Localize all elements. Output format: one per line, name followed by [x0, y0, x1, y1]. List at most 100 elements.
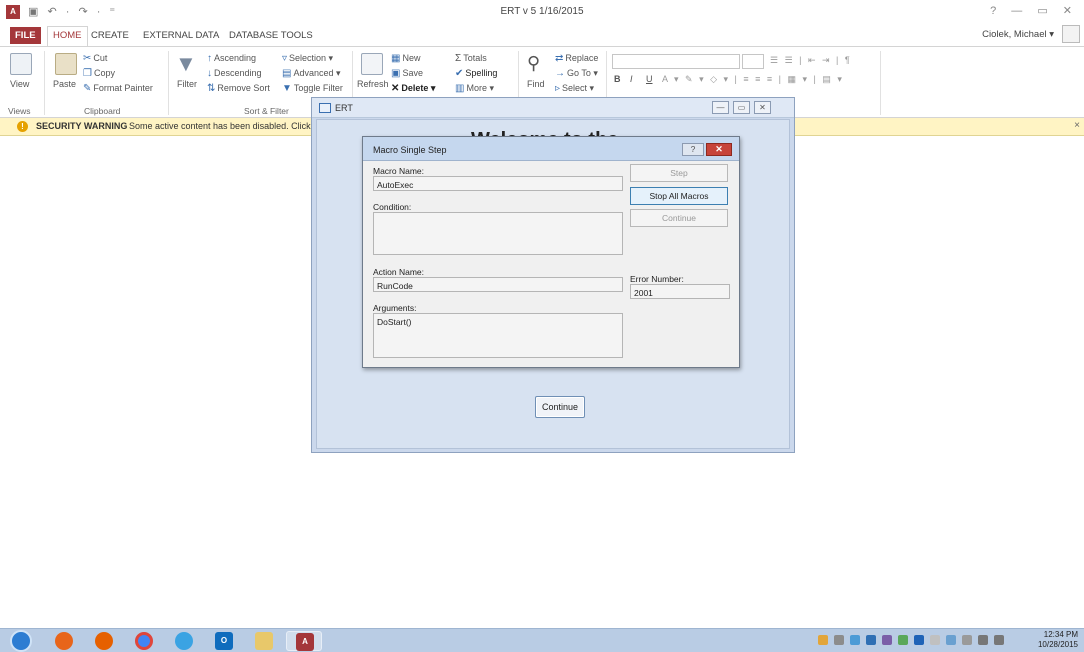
tray-icon[interactable] [834, 635, 844, 645]
paste-button[interactable]: Paste [53, 79, 76, 89]
window-controls[interactable]: ? — ▭ ✕ [990, 4, 1078, 17]
more-button[interactable]: ▥ More ▾ [455, 83, 494, 94]
tab-home[interactable]: HOME [47, 26, 88, 46]
font-color-controls[interactable]: A ▾ ✎ ▾ ◇ ▾ | ≡ ≡ ≡ | ▦ ▾ | ▤ ▾ [662, 74, 844, 85]
continue-button[interactable]: Continue [535, 396, 585, 418]
help-button[interactable]: ? [682, 143, 704, 156]
arguments-field[interactable]: DoStart() [373, 313, 623, 358]
folder-icon [255, 632, 273, 650]
ascending-button[interactable]: ↑ Ascending [207, 53, 256, 64]
macro-name-field[interactable]: AutoExec [373, 176, 623, 191]
taskbar-chrome[interactable] [126, 631, 162, 651]
close-icon[interactable]: × [1074, 120, 1080, 131]
maximize-button[interactable]: ▭ [733, 101, 750, 114]
copy-label: Copy [93, 68, 115, 78]
tray-icon[interactable] [866, 635, 876, 645]
user-avatar[interactable] [1062, 25, 1080, 43]
italic-button[interactable]: I [630, 74, 633, 84]
select-button[interactable]: ▹ Select ▾ [555, 83, 594, 94]
save-record-label: Save [402, 68, 423, 78]
brush-icon: ✎ [83, 83, 92, 94]
tray-icon[interactable] [898, 635, 908, 645]
system-clock[interactable]: 12:34 PM 10/28/2015 [1038, 630, 1078, 650]
view-icon[interactable] [10, 53, 32, 75]
filter-icon[interactable]: ▼ [175, 51, 197, 77]
copy-button[interactable]: ❐ Copy [83, 68, 115, 79]
font-size-select[interactable] [742, 54, 764, 69]
underline-button[interactable]: U [646, 74, 653, 84]
replace-icon: ⇄ [555, 53, 564, 64]
more-icon: ▥ [455, 83, 465, 94]
refresh-icon[interactable] [361, 53, 383, 75]
volume-icon[interactable] [994, 635, 1004, 645]
totals-button[interactable]: Σ Totals [455, 53, 487, 64]
user-account[interactable]: Ciolek, Michael ▾ [982, 29, 1054, 40]
continue-macro-button[interactable]: Continue [630, 209, 728, 227]
view-button[interactable]: View [10, 79, 29, 89]
stop-all-macros-button[interactable]: Stop All Macros [630, 187, 728, 205]
save-record-button[interactable]: ▣ Save [391, 68, 423, 79]
action-name-field[interactable]: RunCode [373, 277, 623, 292]
tab-create[interactable]: CREATE [86, 27, 134, 44]
descending-button[interactable]: ↓ Descending [207, 68, 262, 79]
list-indent-controls[interactable]: ☰ ☰ | ⇤ ⇥ | ¶ [770, 55, 852, 66]
condition-field[interactable] [373, 212, 623, 255]
tray-icon[interactable] [930, 635, 940, 645]
ribbon-divider [880, 51, 881, 115]
tab-database-tools[interactable]: DATABASE TOOLS [224, 27, 318, 44]
replace-button[interactable]: ⇄ Replace [555, 53, 598, 64]
new-record-button[interactable]: ▦ New [391, 53, 420, 64]
spelling-check-icon: ✔ [455, 68, 464, 79]
delete-label: Delete ▾ [401, 83, 436, 93]
title-bar: A ▣ ↶ · ↷ · ⁼ ERT v 5 1/16/2015 ? — ▭ ✕ [0, 0, 1084, 24]
find-button[interactable]: Find [527, 79, 545, 89]
toggle-filter-button[interactable]: ▼ Toggle Filter [282, 83, 343, 94]
spelling-button[interactable]: ✔ Spelling [455, 68, 497, 79]
bold-button[interactable]: B [614, 74, 621, 84]
macro-single-step-dialog: Macro Single Step ? ✕ Macro Name: AutoEx… [362, 136, 740, 368]
error-number-field[interactable]: 2001 [630, 284, 730, 299]
close-button[interactable]: ✕ [754, 101, 771, 114]
taskbar-firefox[interactable] [86, 631, 122, 651]
delete-record-button[interactable]: ✕ Delete ▾ [391, 83, 435, 94]
taskbar-internet-explorer[interactable] [166, 631, 202, 651]
format-painter-button[interactable]: ✎ Format Painter [83, 83, 153, 94]
advanced-button[interactable]: ▤ Advanced ▾ [282, 68, 341, 79]
minimize-button[interactable]: — [712, 101, 729, 114]
dialog-title-bar[interactable]: Macro Single Step ? ✕ [363, 137, 739, 161]
totals-label: Totals [463, 53, 487, 63]
tray-icon[interactable] [914, 635, 924, 645]
taskbar-outlook[interactable]: O [206, 631, 242, 651]
arguments-label: Arguments: [373, 303, 417, 313]
dialog-close-button[interactable]: ✕ [706, 143, 732, 156]
taskbar-access[interactable]: A [286, 631, 322, 651]
tray-icon[interactable] [946, 635, 956, 645]
filter-button[interactable]: Filter [177, 79, 197, 89]
ert-title-bar[interactable]: ERT — ▭ ✕ [312, 98, 794, 118]
ribbon-divider [168, 51, 169, 115]
refresh-button[interactable]: Refresh [357, 79, 389, 89]
clock-time: 12:34 PM [1043, 630, 1078, 639]
network-icon[interactable] [978, 635, 988, 645]
font-name-select[interactable] [612, 54, 740, 69]
tray-icon[interactable] [818, 635, 828, 645]
taskbar-file-explorer[interactable] [246, 631, 282, 651]
binoculars-icon[interactable]: ⚲ [527, 53, 540, 74]
cut-button[interactable]: ✂ Cut [83, 53, 107, 64]
start-button[interactable] [10, 630, 32, 652]
paste-icon[interactable] [55, 53, 77, 75]
remove-sort-button[interactable]: ⇅ Remove Sort [207, 83, 270, 94]
tray-icon[interactable] [850, 635, 860, 645]
remove-sort-icon: ⇅ [207, 83, 216, 94]
flag-icon[interactable] [962, 635, 972, 645]
tab-file[interactable]: FILE [10, 27, 41, 44]
step-button[interactable]: Step [630, 164, 728, 182]
taskbar-outlook-express[interactable] [46, 631, 82, 651]
selection-button[interactable]: ▿ Selection ▾ [282, 53, 333, 64]
goto-button[interactable]: → Go To ▾ [555, 68, 598, 79]
copy-icon: ❐ [83, 68, 92, 79]
delete-icon: ✕ [391, 83, 400, 94]
tab-external-data[interactable]: EXTERNAL DATA [138, 27, 224, 44]
ert-title: ERT [335, 103, 353, 113]
tray-icon[interactable] [882, 635, 892, 645]
